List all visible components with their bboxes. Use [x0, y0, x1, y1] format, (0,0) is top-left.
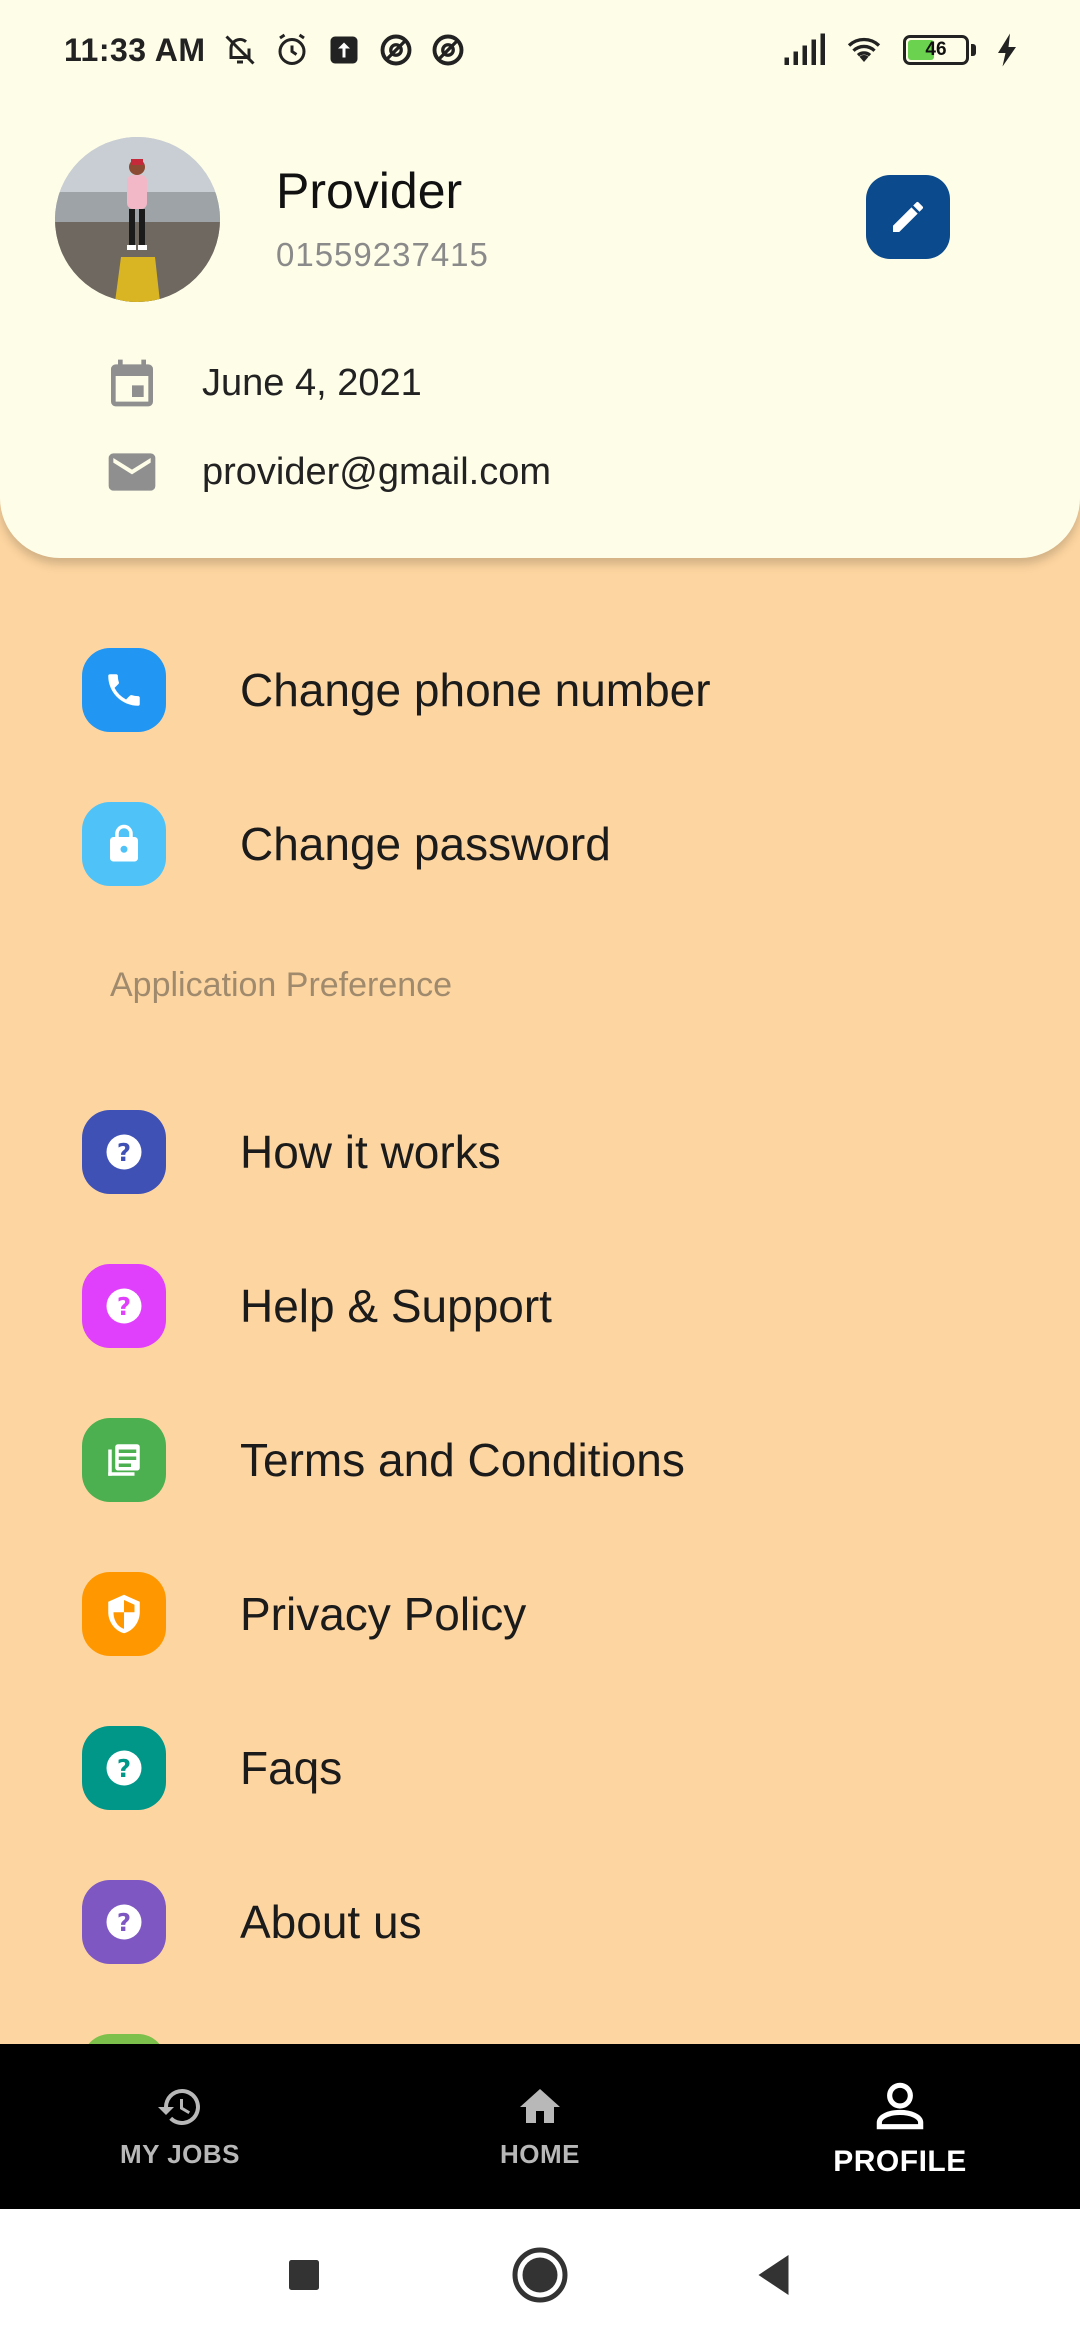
history-icon — [156, 2083, 204, 2131]
menu-item-terms-conditions[interactable]: Terms and Conditions — [82, 1418, 1022, 1502]
svg-text:?: ? — [117, 1138, 131, 1167]
home-icon — [516, 2083, 564, 2131]
menu-item-help-support[interactable]: ? Help & Support — [82, 1264, 1022, 1348]
join-date: June 4, 2021 — [202, 361, 422, 404]
join-date-row: June 4, 2021 — [104, 355, 422, 411]
status-time: 11:33 AM — [64, 31, 206, 68]
recents-button[interactable] — [274, 2245, 334, 2305]
avatar-photo — [55, 137, 220, 302]
section-header-application-preference: Application Preference — [110, 966, 453, 1004]
menu-label: Change phone number — [240, 664, 711, 716]
menu-label: Help & Support — [240, 1280, 552, 1332]
battery-level: 46 — [925, 39, 947, 60]
help-icon: ? — [82, 1264, 166, 1348]
lock-icon — [82, 802, 166, 886]
document-icon — [82, 1418, 166, 1502]
menu-label: About us — [240, 1896, 422, 1948]
menu-label: Change password — [240, 818, 611, 870]
email-address: provider@gmail.com — [202, 450, 552, 493]
menu-label: Terms and Conditions — [240, 1434, 685, 1486]
alarm-icon — [274, 32, 310, 68]
nav-item-profile[interactable]: PROFILE — [720, 2044, 1080, 2209]
upload-icon — [326, 32, 362, 68]
help-icon: ? — [82, 1110, 166, 1194]
signal-icon — [783, 32, 825, 68]
menu-label: Faqs — [240, 1742, 343, 1794]
svg-text:?: ? — [117, 1754, 131, 1783]
nav-label: MY JOBS — [119, 2139, 241, 2169]
menu-item-change-phone[interactable]: Change phone number — [82, 648, 1022, 732]
email-row: provider@gmail.com — [104, 444, 551, 500]
app-icon — [430, 32, 466, 68]
menu-item-faqs[interactable]: ? Faqs — [82, 1726, 1022, 1810]
menu-item-how-it-works[interactable]: ? How it works — [82, 1110, 1022, 1194]
profile-phone: 01559237415 — [276, 236, 489, 273]
shield-icon — [82, 1572, 166, 1656]
pencil-icon — [893, 201, 924, 232]
svg-text:?: ? — [117, 1292, 131, 1321]
nav-item-home[interactable]: HOME — [360, 2044, 720, 2209]
bottom-nav: MY JOBS HOME PROFILE — [0, 2044, 1080, 2209]
charging-icon — [994, 32, 1020, 68]
square-icon — [289, 2259, 319, 2290]
calendar-icon — [104, 355, 160, 411]
mail-icon — [104, 444, 160, 500]
nav-item-my-jobs[interactable]: MY JOBS — [0, 2044, 360, 2209]
system-nav-bar — [0, 2209, 1080, 2340]
person-icon — [869, 2075, 931, 2137]
back-triangle-icon — [758, 2254, 789, 2295]
avatar[interactable] — [55, 137, 220, 302]
home-button[interactable] — [510, 2245, 570, 2305]
svg-text:?: ? — [117, 1908, 131, 1937]
back-button[interactable] — [746, 2245, 806, 2305]
nav-label: PROFILE — [833, 2144, 967, 2178]
circle-icon — [512, 2247, 568, 2302]
edit-profile-button[interactable] — [866, 175, 950, 259]
nav-label: HOME — [500, 2139, 580, 2169]
wifi-icon — [843, 32, 885, 68]
menu-label: How it works — [240, 1126, 501, 1178]
menu-item-about-us[interactable]: ? About us — [82, 1880, 1022, 1964]
profile-name: Provider — [276, 163, 463, 219]
menu-item-privacy-policy[interactable]: Privacy Policy — [82, 1572, 1022, 1656]
mute-icon — [222, 32, 258, 68]
help-icon: ? — [82, 1880, 166, 1964]
menu-item-change-password[interactable]: Change password — [82, 802, 1022, 886]
menu-label: Privacy Policy — [240, 1588, 527, 1640]
battery-icon: 46 — [903, 35, 976, 65]
help-icon: ? — [82, 1726, 166, 1810]
app-icon — [378, 32, 414, 68]
status-bar: 11:33 AM 46 — [0, 0, 1080, 100]
phone-icon — [82, 648, 166, 732]
